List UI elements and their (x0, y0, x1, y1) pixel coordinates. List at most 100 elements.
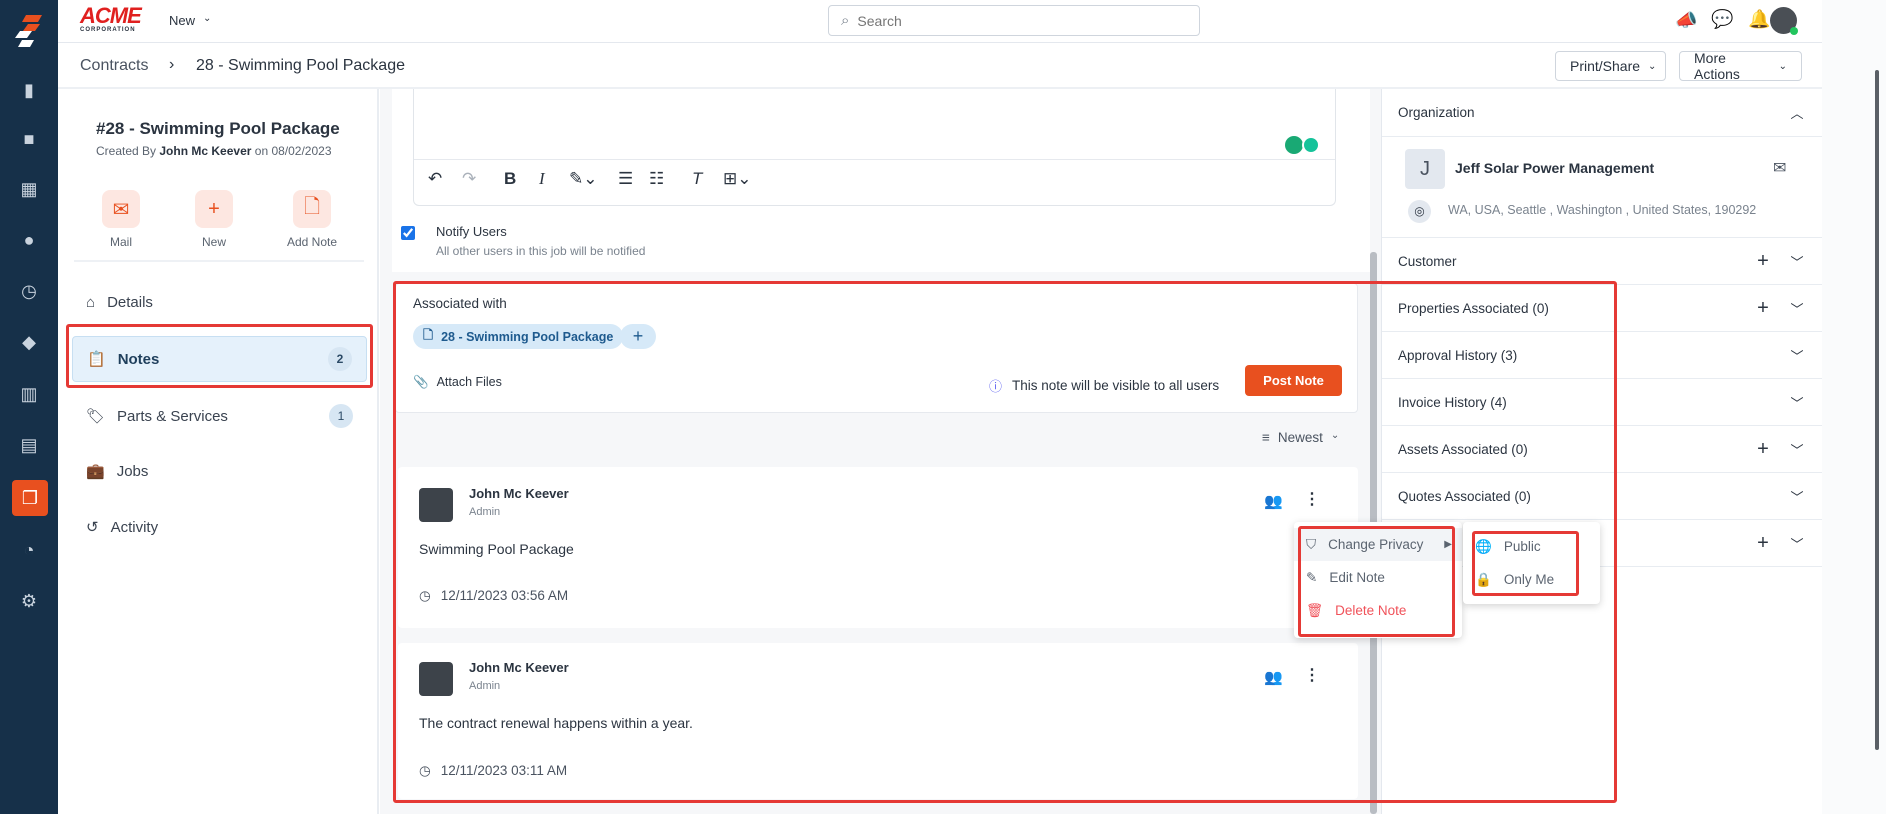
clear-format-icon[interactable]: T (692, 169, 702, 189)
app-logo-icon[interactable] (12, 14, 46, 48)
chevron-down-icon[interactable]: ﹀ (1787, 440, 1807, 459)
created-by: John Mc Keever (159, 144, 252, 158)
undo-icon[interactable]: ↶ (428, 169, 442, 189)
mail-icon[interactable]: ✉ (1773, 158, 1786, 178)
more-vertical-icon[interactable]: ⋮ (1304, 665, 1320, 685)
add-note-button[interactable]: 🗋 (293, 190, 331, 228)
breadcrumb-contracts[interactable]: Contracts (80, 57, 148, 75)
menu-delete-note[interactable]: 🗑 Delete Note (1294, 594, 1462, 627)
section-customer[interactable]: Customer + ﹀ (1382, 238, 1823, 285)
submenu-public[interactable]: 🌐 Public (1463, 530, 1600, 563)
note-timestamp: ◷ 12/11/2023 03:56 AM (419, 588, 568, 604)
chevron-down-icon[interactable]: ﹀ (1787, 299, 1807, 318)
plus-icon[interactable]: + (1753, 532, 1773, 555)
section-label: Approval History (3) (1398, 347, 1518, 363)
privacy-users-icon[interactable]: 👥 (1264, 492, 1283, 510)
more-vertical-icon[interactable]: ⋮ (1304, 489, 1320, 509)
org-initial-avatar: J (1405, 149, 1445, 189)
caret-right-icon: ▶ (1444, 539, 1452, 550)
section-label: Invoice History (4) (1398, 394, 1507, 410)
chevron-down-icon[interactable]: ﹀ (1787, 393, 1807, 412)
home-icon: ⌂ (86, 293, 96, 311)
search-input[interactable] (857, 12, 1158, 29)
plus-icon[interactable]: + (1753, 297, 1773, 320)
notes-count-badge: 2 (328, 347, 352, 371)
numbered-list-icon[interactable]: ☷ (649, 169, 664, 189)
notify-users-checkbox[interactable] (401, 226, 415, 240)
associated-chip[interactable]: 🗋 28 - Swimming Pool Package (413, 324, 624, 349)
new-dropdown[interactable]: New ⌄ (169, 13, 211, 28)
highlight-icon[interactable]: ✎⌄ (569, 169, 598, 189)
note-text: The contract renewal happens within a ye… (419, 715, 693, 731)
table-icon[interactable]: ⊞⌄ (723, 169, 752, 189)
new-button[interactable]: + (195, 190, 233, 228)
map-icon[interactable]: ▥ (17, 382, 41, 406)
sort-label: Newest (1277, 430, 1323, 445)
redo-icon[interactable]: ↷ (462, 169, 476, 189)
note-editor[interactable]: ↶ ↷ B I ✎⌄ ☰ ☷ T ⊞⌄ (413, 89, 1336, 206)
grammarly-icon[interactable] (1302, 136, 1320, 154)
submenu-only-me[interactable]: 🔒 Only Me (1463, 563, 1600, 596)
user-avatar[interactable] (1770, 7, 1798, 35)
section-invoice-history[interactable]: Invoice History (4) ﹀ (1382, 379, 1823, 426)
nav-notes[interactable]: 📋 Notes 2 (72, 336, 367, 382)
section-properties[interactable]: Properties Associated (0) + ﹀ (1382, 285, 1823, 332)
nav-details[interactable]: ⌂ Details (72, 279, 367, 325)
chevron-down-icon[interactable]: ﹀ (1787, 487, 1807, 506)
attach-files-button[interactable]: 📎 Attach Files (413, 375, 502, 390)
menu-label: Delete Note (1335, 603, 1407, 618)
chip-label: 28 - Swimming Pool Package (441, 329, 614, 344)
bold-icon[interactable]: B (504, 169, 516, 189)
created-on: on 08/02/2023 (254, 144, 332, 158)
nav-label: Notes (117, 350, 160, 368)
notes-panel: ↶ ↷ B I ✎⌄ ☰ ☷ T ⊞⌄ Notify Users All oth… (380, 89, 1381, 814)
clock-icon[interactable]: ◷ (17, 279, 41, 303)
invoice-icon[interactable]: ▤ (17, 433, 41, 457)
italic-icon[interactable]: I (539, 169, 545, 189)
menu-change-privacy[interactable]: ⛉ Change Privacy ▶ (1294, 528, 1462, 561)
briefcase-icon[interactable]: ■ (17, 127, 41, 151)
calendar-icon[interactable]: ▦ (17, 177, 41, 201)
menu-edit-note[interactable]: ✎ Edit Note (1294, 561, 1462, 594)
settings-icon[interactable]: ⚙ (17, 589, 41, 613)
more-actions-button[interactable]: More Actions ⌄ (1679, 50, 1802, 82)
sort-dropdown[interactable]: ≡ Newest ⌄ (1262, 430, 1339, 445)
chevron-down-icon[interactable]: ﹀ (1787, 346, 1807, 365)
chevron-down-icon: ⌄ (1648, 60, 1657, 72)
chat-icon[interactable]: 💬 (1711, 9, 1733, 30)
nav-parts-services[interactable]: 🏷 Parts & Services 1 (72, 393, 367, 439)
page-scrollbar[interactable] (1875, 70, 1879, 750)
plus-icon[interactable]: + (1753, 250, 1773, 273)
globe-icon: 🌐 (1475, 538, 1492, 554)
reports-icon[interactable]: ▮ (17, 78, 41, 102)
section-quotes[interactable]: Quotes Associated (0) ﹀ (1382, 473, 1823, 520)
section-assets[interactable]: Assets Associated (0) + ﹀ (1382, 426, 1823, 473)
print-share-button[interactable]: Print/Share ⌄ (1555, 51, 1666, 81)
post-note-button[interactable]: Post Note (1245, 365, 1342, 396)
search-box[interactable]: ⌕ (828, 5, 1200, 36)
pie-chart-icon[interactable]: ◔ (17, 538, 41, 562)
bullet-list-icon[interactable]: ☰ (618, 169, 633, 189)
chevron-up-icon: ︿ (1790, 106, 1804, 121)
users-icon[interactable]: ● (17, 228, 41, 252)
nav-jobs[interactable]: 💼 Jobs (72, 448, 367, 494)
mail-button[interactable]: ✉ (102, 190, 140, 228)
section-approval-history[interactable]: Approval History (3) ﹀ (1382, 332, 1823, 379)
section-organization[interactable]: Organization ︿ (1382, 89, 1823, 137)
chevron-right-icon: › (169, 56, 175, 73)
chevron-down-icon[interactable]: ﹀ (1787, 534, 1807, 553)
nav-activity[interactable]: ↺ Activity (72, 504, 367, 550)
org-name[interactable]: Jeff Solar Power Management (1455, 160, 1654, 176)
acme-logo[interactable]: ACME CORPORATION (80, 5, 142, 34)
announcement-icon[interactable]: 📣 (1675, 10, 1697, 31)
tag-icon[interactable]: ◆ (17, 330, 41, 354)
contracts-icon[interactable]: ❐ (12, 480, 48, 516)
chevron-down-icon[interactable]: ﹀ (1787, 252, 1807, 271)
privacy-users-icon[interactable]: 👥 (1264, 668, 1283, 686)
bell-icon[interactable]: 🔔 (1748, 9, 1770, 30)
add-association-button[interactable]: + (620, 324, 656, 349)
section-label: Properties Associated (0) (1398, 300, 1549, 316)
plus-icon[interactable]: + (1753, 438, 1773, 461)
details-panel: Organization ︿ J Jeff Solar Power Managem… (1381, 89, 1823, 814)
assist-icon[interactable] (1285, 136, 1303, 154)
